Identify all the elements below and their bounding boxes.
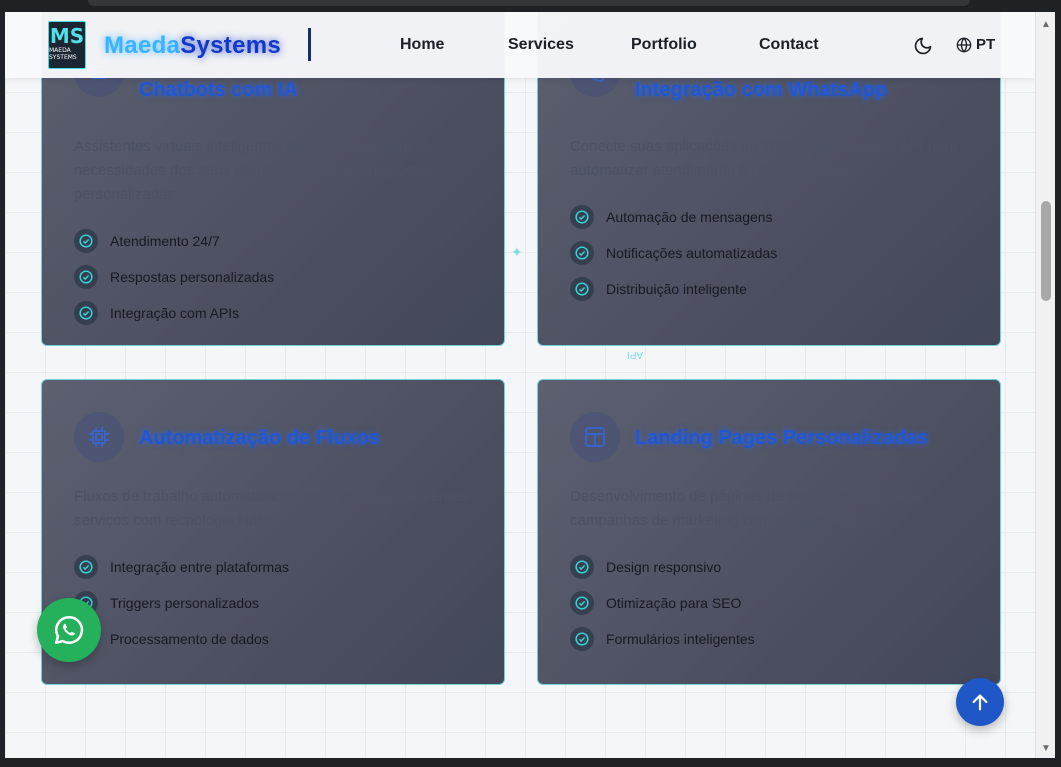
feature-label: Triggers personalizados (110, 595, 259, 611)
card-title: Integração com WhatsApp (635, 79, 888, 101)
page-scrollbar[interactable]: ▲ ▼ (1035, 12, 1055, 758)
sparkle-icon: ✦ (511, 244, 523, 260)
brand-name-part1: Maeda (104, 32, 181, 59)
globe-icon (956, 36, 972, 53)
check-circle-icon (570, 277, 594, 301)
layout-icon (585, 427, 605, 447)
check-circle-icon (570, 241, 594, 265)
window-edge (1055, 12, 1061, 758)
check-circle-icon (74, 265, 98, 289)
feature-label: Design responsivo (606, 559, 722, 575)
theme-toggle-button[interactable] (913, 36, 933, 56)
nav-home[interactable]: Home (400, 36, 444, 54)
language-toggle-button[interactable]: PT (956, 36, 995, 53)
nav-services[interactable]: Services (508, 36, 574, 54)
card-description: Assistentes virtuais inteligentes que co… (74, 138, 434, 203)
scroll-up-arrow-icon[interactable]: ▲ (1041, 20, 1051, 30)
feature-label: Automação de mensagens (606, 209, 773, 225)
card-title: Chatbots com IA (139, 79, 298, 101)
brand-name[interactable]: MaedaSystems (104, 32, 281, 60)
language-label: PT (976, 36, 996, 53)
browser-toolbar (0, 0, 1061, 12)
feature-item: Triggers personalizados (74, 591, 259, 615)
logo-mark-text: MS (49, 24, 85, 48)
card-icon-wrapper (570, 412, 620, 462)
feature-item: Integração entre plataformas (74, 555, 289, 579)
feature-item: Atendimento 24/7 (74, 229, 220, 253)
card-description: Conecte suas aplicações ao WhatsApp Busi… (570, 138, 958, 179)
address-bar[interactable] (88, 0, 970, 6)
card-description: Fluxos de trabalho automatizados que con… (74, 488, 468, 529)
service-card-flows[interactable]: Automatização de Fluxos Fluxos de trabal… (41, 379, 505, 685)
arrow-up-icon (972, 694, 988, 711)
feature-item: Automação de mensagens (570, 205, 773, 229)
card-icon-wrapper (74, 412, 124, 462)
check-circle-icon (74, 555, 98, 579)
whatsapp-chat-button[interactable] (37, 598, 101, 662)
cpu-icon (89, 427, 109, 447)
card-title: Automatização de Fluxos (139, 427, 381, 449)
feature-label: Notificações automatizadas (606, 245, 778, 261)
feature-label: Atendimento 24/7 (110, 233, 220, 249)
feature-item: Design responsivo (570, 555, 721, 579)
scroll-to-top-button[interactable] (956, 678, 1004, 726)
scrollbar-thumb[interactable] (1041, 201, 1051, 301)
check-circle-icon (570, 591, 594, 615)
check-circle-icon (570, 205, 594, 229)
feature-item: Respostas personalizadas (74, 265, 274, 289)
scroll-down-arrow-icon[interactable]: ▼ (1041, 744, 1051, 754)
feature-label: Integração entre plataformas (110, 559, 289, 575)
feature-label: Respostas personalizadas (110, 269, 275, 285)
page-viewport: MS MAEDA SYSTEMS MaedaSystems Home Servi… (5, 12, 1035, 758)
feature-label: Otimização para SEO (606, 595, 742, 611)
feature-item: Notificações automatizadas (570, 241, 777, 265)
api-floating-label: API (627, 349, 644, 360)
service-card-landing-pages[interactable]: Landing Pages Personalizadas Desenvolvim… (537, 379, 1001, 685)
check-circle-icon (74, 301, 98, 325)
feature-label: Processamento de dados (110, 631, 269, 647)
check-circle-icon (570, 555, 594, 579)
card-title: Landing Pages Personalizadas (635, 427, 929, 449)
moon-icon (914, 37, 932, 55)
site-header: MS MAEDA SYSTEMS MaedaSystems Home Servi… (5, 12, 1035, 78)
nav-portfolio[interactable]: Portfolio (631, 36, 697, 54)
window-bottom-edge (0, 758, 1061, 767)
feature-item: Formulários inteligentes (570, 627, 755, 651)
brand-divider (308, 28, 311, 61)
card-description: Desenvolvimento de páginas de alta conve… (570, 488, 920, 529)
feature-item: Integração com APIs (74, 301, 239, 325)
check-circle-icon (74, 229, 98, 253)
brand-name-part2: Systems (180, 32, 282, 59)
feature-label: Formulários inteligentes (606, 631, 755, 647)
feature-item: Distribuição inteligente (570, 277, 747, 301)
logo-subtext: MAEDA SYSTEMS (49, 47, 77, 61)
whatsapp-icon (54, 615, 84, 645)
check-circle-icon (570, 627, 594, 651)
feature-label: Integração com APIs (110, 305, 240, 321)
nav-contact[interactable]: Contact (759, 36, 819, 54)
site-logo[interactable]: MS MAEDA SYSTEMS (48, 21, 86, 69)
feature-item: Otimização para SEO (570, 591, 741, 615)
feature-item: Processamento de dados (74, 627, 269, 651)
feature-label: Distribuição inteligente (606, 281, 747, 297)
